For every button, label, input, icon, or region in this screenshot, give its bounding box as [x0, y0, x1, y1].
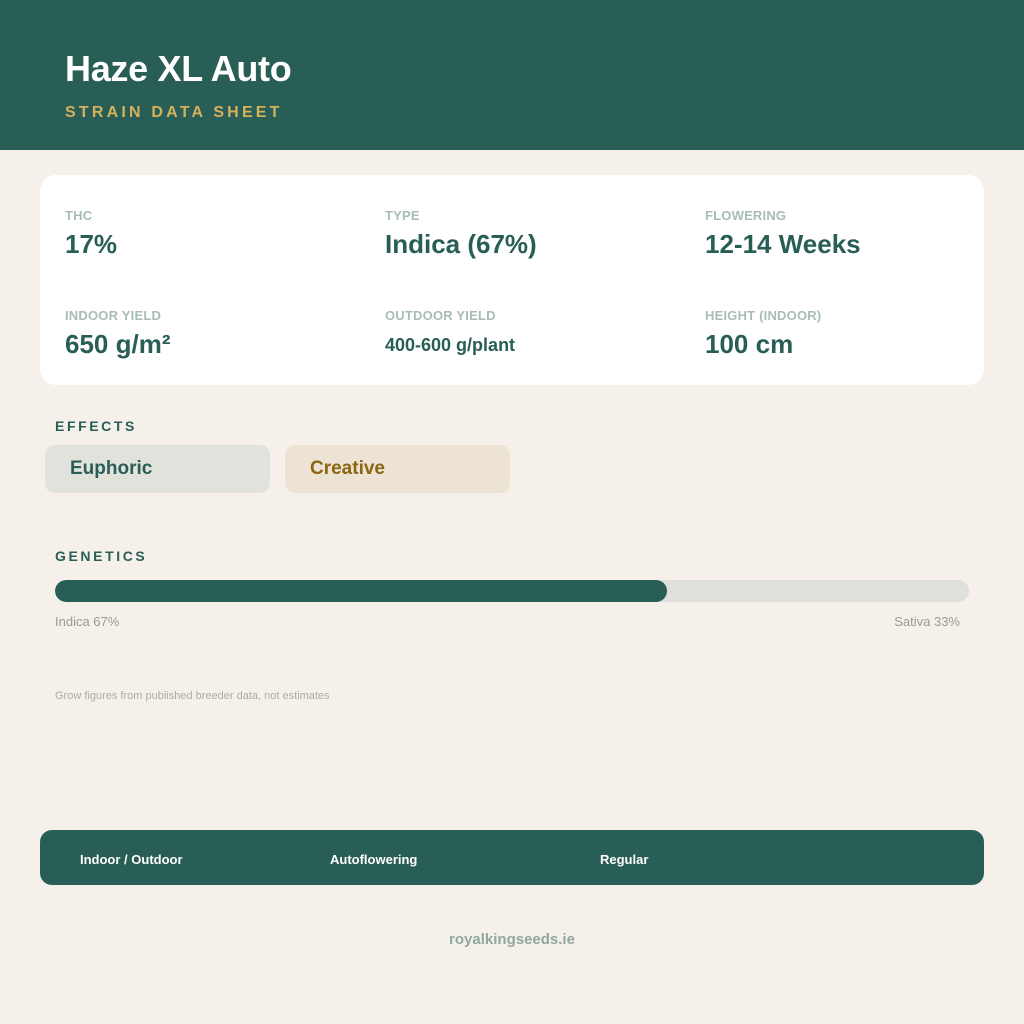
stat-label: FLOWERING	[705, 208, 787, 223]
genetics-heading: GENETICS	[55, 548, 148, 564]
page-subtitle: STRAIN DATA SHEET	[65, 104, 283, 121]
stat-outdoor-yield: OUTDOOR YIELD 400-600 g/plant	[385, 308, 515, 356]
sativa-label: Sativa 33%	[894, 614, 960, 629]
tag-regular: Regular	[600, 852, 649, 867]
stat-label: INDOOR YIELD	[65, 308, 162, 323]
stat-label: TYPE	[385, 208, 420, 223]
tag-indoor-outdoor: Indoor / Outdoor	[80, 852, 183, 867]
effects-heading: EFFECTS	[55, 418, 137, 434]
stat-indoor-yield: INDOOR YIELD 650 g/m²	[65, 308, 171, 360]
stats-card: THC 17% TYPE Indica (67%) FLOWERING 12-1…	[40, 175, 984, 385]
source-note: Grow figures from published breeder data…	[55, 690, 330, 702]
stat-label: HEIGHT (INDOOR)	[705, 308, 822, 323]
stat-value: 400-600 g/plant	[385, 335, 516, 355]
stat-value: Indica (67%)	[385, 229, 537, 259]
stat-label: THC	[65, 208, 93, 223]
stat-label: OUTDOOR YIELD	[385, 308, 496, 323]
stat-height: HEIGHT (INDOOR) 100 cm	[705, 308, 821, 360]
indica-label: Indica 67%	[55, 614, 120, 629]
effect-chip-creative: Creative	[285, 445, 510, 493]
stat-type: TYPE Indica (67%)	[385, 208, 537, 260]
header: Haze XL Auto STRAIN DATA SHEET	[0, 0, 1024, 150]
tag-autoflowering: Autoflowering	[330, 852, 418, 867]
genetics-bar	[55, 580, 969, 602]
stat-value: 650 g/m²	[65, 329, 171, 359]
effect-chip-euphoric: Euphoric	[45, 445, 270, 493]
stat-value: 17%	[65, 229, 118, 259]
stat-value: 100 cm	[705, 329, 794, 359]
site-link[interactable]: royalkingseeds.ie	[0, 931, 1024, 948]
stat-flowering: FLOWERING 12-14 Weeks	[705, 208, 861, 260]
stat-thc: THC 17%	[65, 208, 117, 260]
stat-value: 12-14 Weeks	[705, 229, 861, 259]
footer-tags-bar: Indoor / Outdoor Autoflowering Regular	[40, 830, 984, 885]
genetics-bar-fill	[55, 580, 668, 602]
page-title: Haze XL Auto	[65, 48, 292, 89]
